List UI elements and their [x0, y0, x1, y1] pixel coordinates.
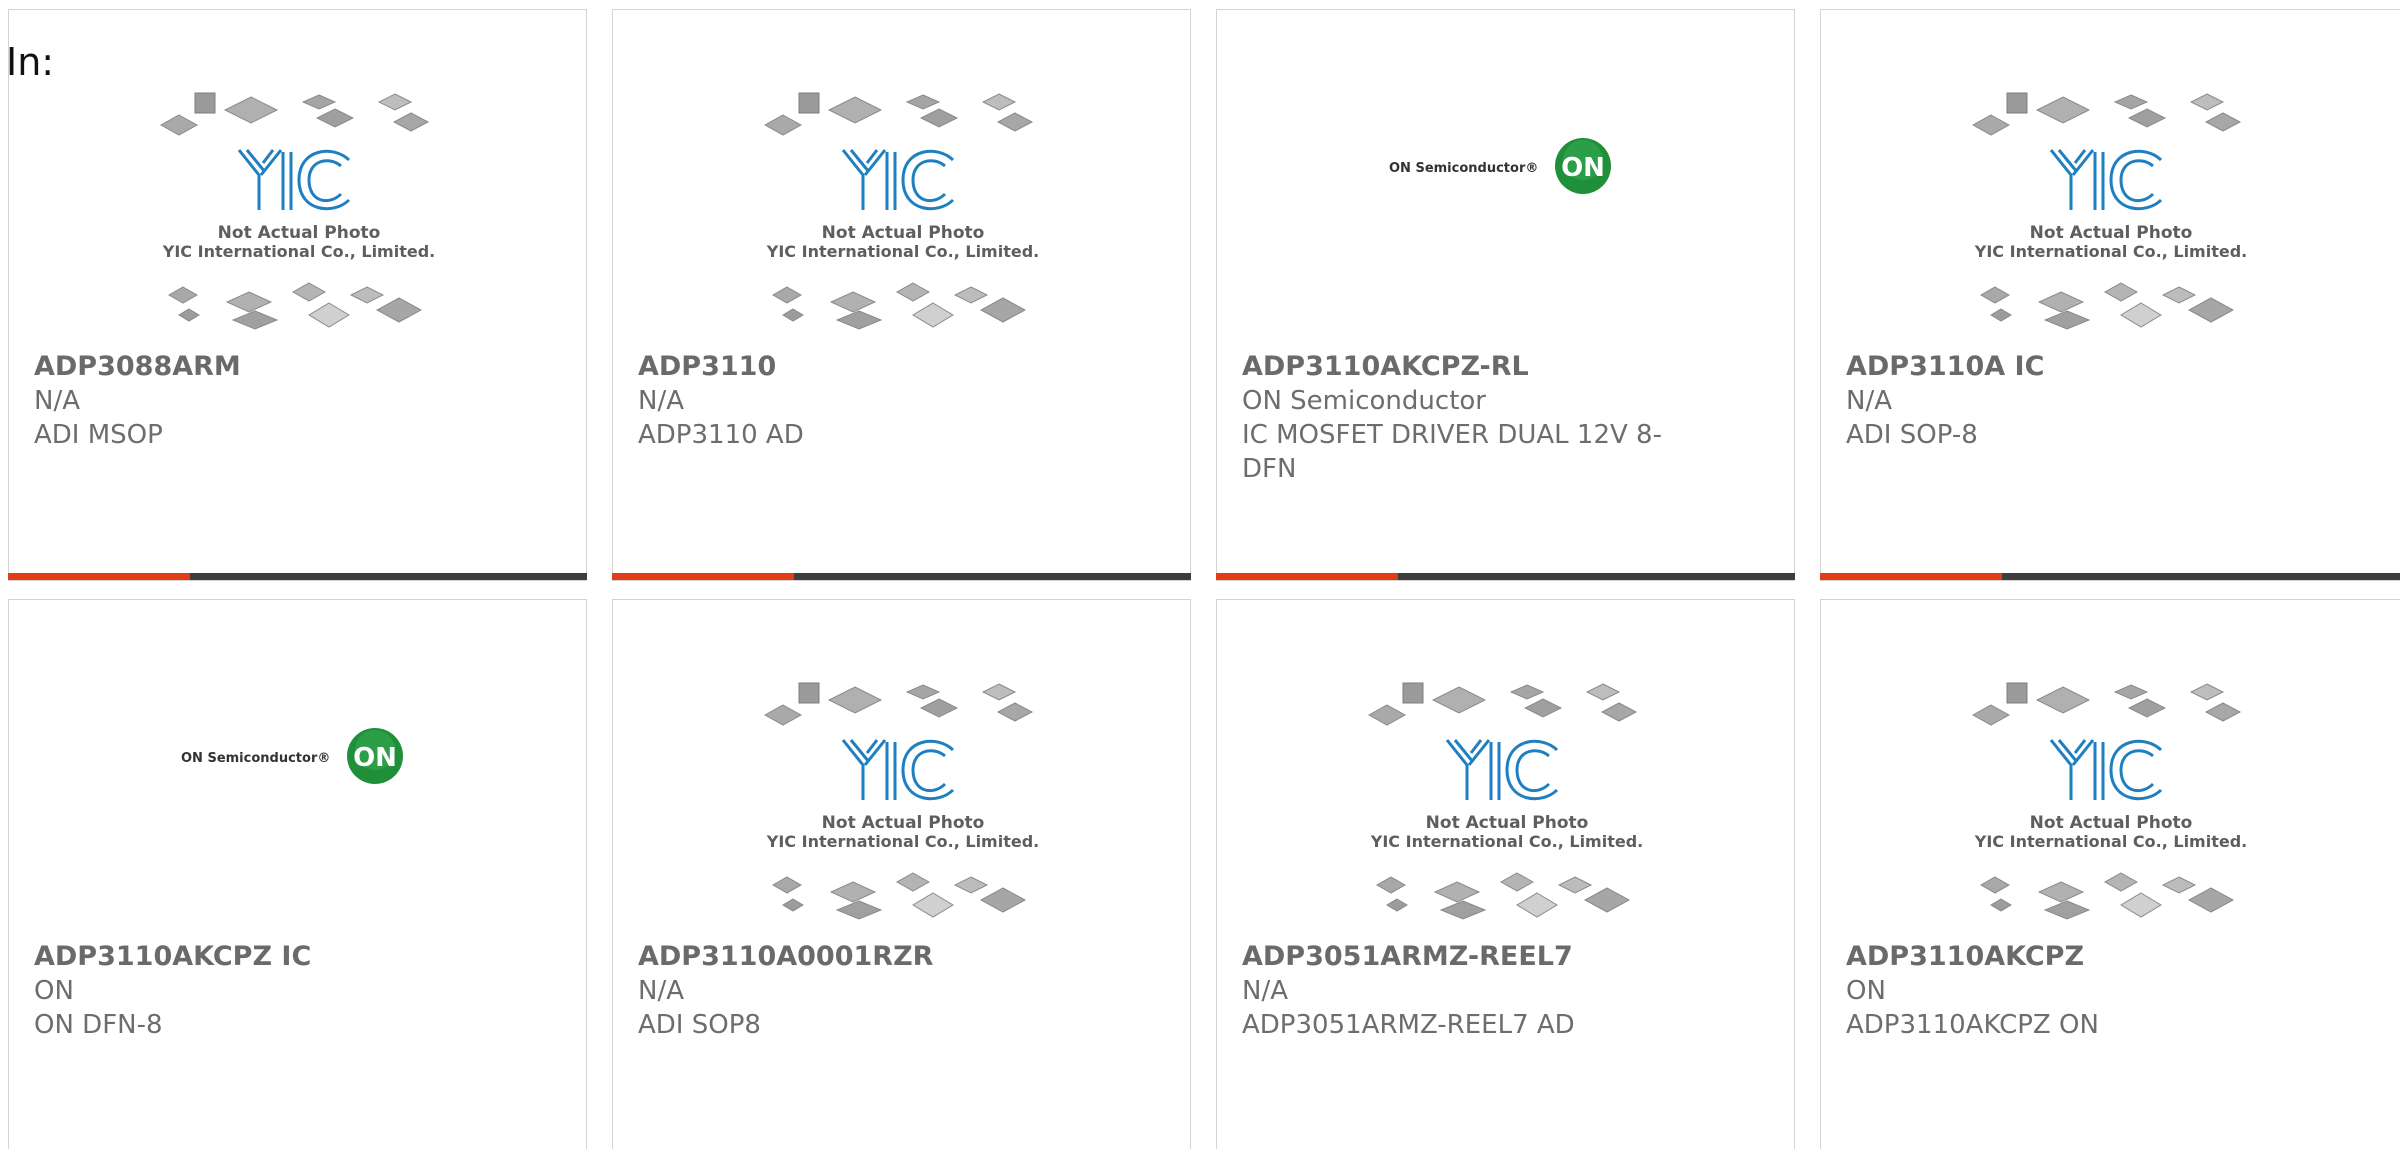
yic-placeholder-logo: Not Actual PhotoYIC International Co., L… [763, 682, 1039, 920]
card-bar-accent [1820, 573, 2002, 580]
svg-text:ON Semiconductor®: ON Semiconductor® [1389, 161, 1538, 176]
svg-text:YIC International Co., Limited: YIC International Co., Limited. [1973, 832, 2246, 851]
product-image[interactable]: Not Actual Photo YIC International Co., L… [9, 90, 588, 360]
description: ADP3110AKCPZ ON [1846, 1010, 2099, 1040]
description: ADP3110 AD [638, 420, 804, 450]
product-image[interactable]: Not Actual Photo YIC International Co., L… [1821, 90, 2400, 360]
description: ADI SOP8 [638, 1010, 761, 1040]
product-card[interactable]: Not Actual Photo YIC International Co., L… [1820, 599, 2400, 1149]
svg-text:Not Actual Photo: Not Actual Photo [2029, 223, 2192, 243]
description: ON DFN-8 [34, 1010, 163, 1040]
card-bar [1216, 573, 1795, 580]
svg-text:Not Actual Photo: Not Actual Photo [1425, 813, 1588, 833]
svg-text:ON Semiconductor®: ON Semiconductor® [181, 751, 330, 766]
onsemi-logo: ON Semiconductor® ON [1389, 138, 1611, 194]
svg-text:YIC International Co., Limited: YIC International Co., Limited. [765, 242, 1038, 261]
product-info: ADP3088ARM N/A ADI MSOP [34, 350, 454, 452]
product-card[interactable]: Not Actual Photo YIC International Co., L… [612, 9, 1191, 581]
svg-text:ON: ON [353, 743, 397, 773]
yic-placeholder-logo: Not Actual PhotoYIC International Co., L… [1971, 682, 2247, 920]
product-image[interactable]: Not Actual Photo YIC International Co., L… [613, 680, 1192, 950]
product-info: ADP3110 N/A ADP3110 AD [638, 350, 1058, 452]
product-card[interactable]: ON Semiconductor® ON ADP3110AKCPZ-RL ON S… [1216, 9, 1795, 581]
brand: ON [34, 976, 74, 1006]
brand: ON [1846, 976, 1886, 1006]
filter-label: In: [6, 40, 55, 84]
svg-text:Not Actual Photo: Not Actual Photo [2029, 813, 2192, 833]
product-image[interactable]: ON Semiconductor® ON [1217, 130, 1796, 250]
svg-text:YIC International Co., Limited: YIC International Co., Limited. [1369, 832, 1642, 851]
yic-placeholder-logo: Not Actual PhotoYIC International Co., L… [159, 92, 435, 330]
svg-text:ON: ON [1561, 153, 1605, 183]
brand: N/A [1846, 386, 1892, 416]
part-number[interactable]: ADP3088ARM [34, 350, 454, 384]
description: ADI SOP-8 [1846, 420, 1978, 450]
product-image[interactable]: Not Actual Photo YIC International Co., L… [1217, 680, 1796, 950]
product-card[interactable]: Not Actual Photo YIC International Co., L… [1820, 9, 2400, 581]
brand: N/A [638, 976, 684, 1006]
brand: ON Semiconductor [1242, 386, 1486, 416]
part-number[interactable]: ADP3110AKCPZ [1846, 940, 2266, 974]
product-info: ADP3110A IC N/A ADI SOP-8 [1846, 350, 2266, 452]
part-number[interactable]: ADP3110AKCPZ IC [34, 940, 454, 974]
onsemi-logo: ON Semiconductor® ON [181, 728, 403, 784]
description: IC MOSFET DRIVER DUAL 12V 8-DFN [1242, 420, 1662, 484]
part-number[interactable]: ADP3110A0001RZR [638, 940, 1058, 974]
product-info: ADP3110A0001RZR N/A ADI SOP8 [638, 940, 1058, 1042]
part-number[interactable]: ADP3051ARMZ-REEL7 [1242, 940, 1662, 974]
card-bar [1820, 573, 2400, 580]
svg-text:Not Actual Photo: Not Actual Photo [217, 223, 380, 243]
product-image[interactable]: Not Actual Photo YIC International Co., L… [613, 90, 1192, 360]
product-card[interactable]: Not Actual Photo YIC International Co., L… [1216, 599, 1795, 1149]
description: ADI MSOP [34, 420, 163, 450]
svg-text:YIC International Co., Limited: YIC International Co., Limited. [161, 242, 434, 261]
brand: N/A [34, 386, 80, 416]
card-bar [612, 573, 1191, 580]
product-image[interactable]: ON Semiconductor® ON [9, 720, 588, 840]
yic-placeholder-logo: Not Actual PhotoYIC International Co., L… [763, 92, 1039, 330]
svg-text:YIC International Co., Limited: YIC International Co., Limited. [765, 832, 1038, 851]
part-number[interactable]: ADP3110 [638, 350, 1058, 384]
svg-text:Not Actual Photo: Not Actual Photo [821, 223, 984, 243]
description: ADP3051ARMZ-REEL7 AD [1242, 1010, 1575, 1040]
svg-text:YIC International Co., Limited: YIC International Co., Limited. [1973, 242, 2246, 261]
product-info: ADP3110AKCPZ ON ADP3110AKCPZ ON [1846, 940, 2266, 1042]
part-number[interactable]: ADP3110A IC [1846, 350, 2266, 384]
product-image[interactable]: Not Actual Photo YIC International Co., L… [1821, 680, 2400, 950]
product-grid-page: Not Actual Photo YIC International Co., L… [0, 0, 2400, 1149]
part-number[interactable]: ADP3110AKCPZ-RL [1242, 350, 1662, 384]
card-bar [8, 573, 587, 580]
product-card[interactable]: ON Semiconductor® ON ADP3110AKCPZ IC ON O… [8, 599, 587, 1149]
card-bar-accent [8, 573, 190, 580]
card-bar-accent [612, 573, 794, 580]
product-card[interactable]: Not Actual Photo YIC International Co., L… [612, 599, 1191, 1149]
product-info: ADP3110AKCPZ IC ON ON DFN-8 [34, 940, 454, 1042]
product-info: ADP3110AKCPZ-RL ON Semiconductor IC MOSF… [1242, 350, 1662, 486]
yic-placeholder-logo: Not Actual PhotoYIC International Co., L… [1971, 92, 2247, 330]
brand: N/A [638, 386, 684, 416]
product-info: ADP3051ARMZ-REEL7 N/A ADP3051ARMZ-REEL7 … [1242, 940, 1662, 1042]
card-bar-accent [1216, 573, 1398, 580]
product-card[interactable]: Not Actual Photo YIC International Co., L… [8, 9, 587, 581]
yic-placeholder-logo: Not Actual PhotoYIC International Co., L… [1367, 682, 1643, 920]
brand: N/A [1242, 976, 1288, 1006]
svg-text:Not Actual Photo: Not Actual Photo [821, 813, 984, 833]
